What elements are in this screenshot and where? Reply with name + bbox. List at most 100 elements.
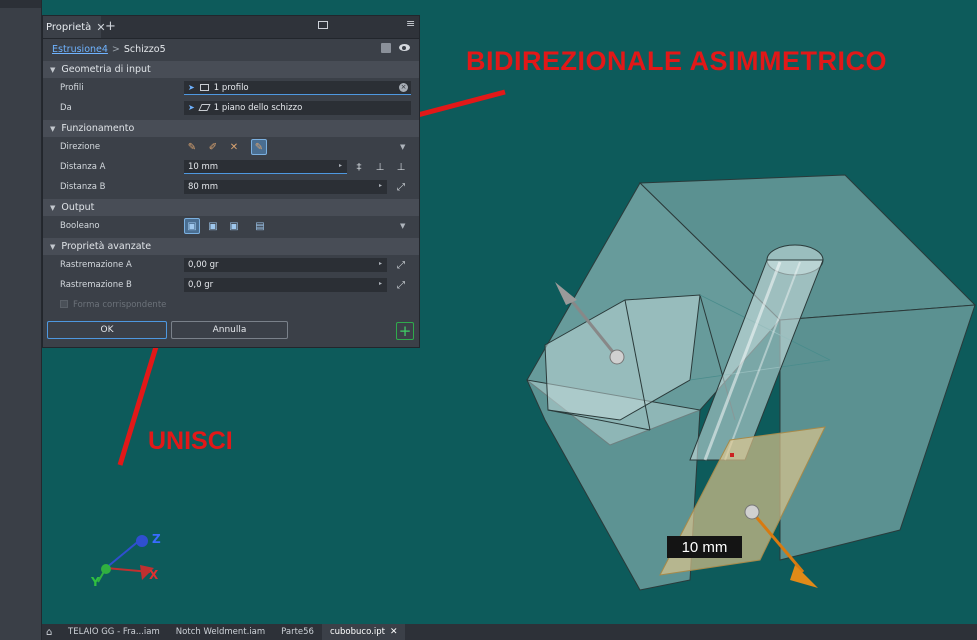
- direction-default-button[interactable]: ✎: [184, 139, 200, 155]
- breadcrumb-sketch: Schizzo5: [123, 43, 166, 55]
- forma-checkbox[interactable]: [60, 300, 68, 308]
- collapse-icon: ▼: [50, 65, 56, 74]
- tab-properties-label: Proprietà: [46, 21, 92, 33]
- annotation-join: UNISCI: [148, 427, 233, 455]
- join-button[interactable]: ▣: [184, 218, 200, 234]
- distance-a-handle: [744, 504, 760, 520]
- distanza-b-label: Distanza B: [60, 182, 106, 192]
- distanza-a-input[interactable]: 10 mm ▸: [184, 160, 347, 174]
- breadcrumb-feature[interactable]: Estrusione4: [52, 44, 108, 55]
- new-solid-button[interactable]: ▤: [252, 218, 268, 234]
- axis-y-label: Y: [91, 575, 100, 589]
- distanza-a-value: 10 mm: [188, 161, 219, 172]
- row-forma: Forma corrispondente: [43, 295, 419, 315]
- axis-x-label: X: [149, 568, 159, 582]
- rastremazione-a-label: Rastremazione A: [60, 260, 132, 270]
- chevron-right-icon[interactable]: ▸: [379, 260, 385, 269]
- dock-icon[interactable]: [318, 21, 328, 29]
- profili-label: Profili: [60, 83, 84, 93]
- breadcrumb-separator: >: [111, 43, 120, 55]
- chevron-right-icon[interactable]: ▸: [379, 280, 385, 289]
- dimension-readout[interactable]: 10 mm: [667, 536, 742, 558]
- distanza-b-input[interactable]: 80 mm ▸: [184, 180, 387, 194]
- collapse-icon: ▼: [50, 124, 56, 133]
- left-browser-strip: [0, 0, 42, 640]
- termination-through-icon[interactable]: ⊥: [395, 161, 407, 173]
- flip-icon[interactable]: ⤢: [395, 181, 407, 193]
- doc-tab[interactable]: Notch Weldment.iam: [168, 624, 273, 640]
- annotation-asymmetric: BIDIREZIONALE ASIMMETRICO: [466, 46, 887, 76]
- preset-icon[interactable]: [381, 43, 391, 53]
- forma-label: Forma corrispondente: [73, 300, 167, 310]
- tab-properties[interactable]: Proprietà ✕: [43, 16, 106, 38]
- intersect-button[interactable]: ▣: [226, 218, 242, 234]
- row-rastremazione-a: Rastremazione A 0,00 gr ▸ ⤢: [43, 255, 419, 275]
- section-input-geometry[interactable]: ▼ Geometria di input: [43, 61, 419, 78]
- add-tab-icon[interactable]: +: [105, 19, 116, 34]
- row-rastremazione-b: Rastremazione B 0,0 gr ▸ ⤢: [43, 275, 419, 295]
- section-advanced[interactable]: ▼ Proprietà avanzate: [43, 238, 419, 255]
- direction-flipped-button[interactable]: ✐: [205, 139, 221, 155]
- da-label: Da: [60, 103, 72, 113]
- row-direzione: Direzione ✎ ✐ ✕ ✎ ▼: [43, 137, 419, 157]
- menu-icon[interactable]: ≡: [406, 18, 417, 29]
- collapse-icon: ▼: [50, 203, 56, 212]
- cut-button[interactable]: ▣: [205, 218, 221, 234]
- close-icon[interactable]: ✕: [390, 627, 398, 637]
- distanza-b-value: 80 mm: [188, 181, 219, 192]
- home-icon[interactable]: ⌂: [46, 627, 60, 638]
- profili-value: 1 profilo: [213, 82, 249, 93]
- profili-selector[interactable]: ➤ 1 profilo ×: [184, 81, 411, 95]
- chevron-right-icon[interactable]: ▸: [379, 182, 385, 191]
- clear-icon[interactable]: ×: [399, 83, 408, 92]
- section-behavior[interactable]: ▼ Funzionamento: [43, 120, 419, 137]
- direction-symmetric-button[interactable]: ✕: [226, 139, 242, 155]
- section-label: Funzionamento: [61, 123, 135, 134]
- doc-tab[interactable]: Parte56: [273, 624, 322, 640]
- eye-icon[interactable]: [399, 43, 411, 53]
- select-cursor-icon: ➤: [188, 103, 195, 112]
- row-distanza-a: Distanza A 10 mm ▸ ‡ ⊥ ⊥: [43, 157, 419, 177]
- row-booleano: Booleano ▣ ▣ ▣ ▤ ▼: [43, 216, 419, 236]
- select-cursor-icon: ➤: [188, 83, 195, 92]
- apply-plus-button[interactable]: +: [396, 322, 414, 340]
- rastremazione-b-value: 0,0 gr: [188, 279, 214, 290]
- profile-icon: [199, 84, 209, 91]
- section-output[interactable]: ▼ Output: [43, 199, 419, 216]
- da-value: 1 piano dello schizzo: [213, 102, 303, 113]
- row-distanza-b: Distanza B 80 mm ▸ ⤢: [43, 177, 419, 197]
- section-label: Output: [61, 202, 95, 213]
- left-strip-header: [0, 0, 42, 8]
- row-da: Da ➤ 1 piano dello schizzo: [43, 98, 419, 118]
- direction-asymmetric-button[interactable]: ✎: [251, 139, 267, 155]
- flip-icon[interactable]: ⤢: [395, 259, 407, 271]
- rastremazione-b-label: Rastremazione B: [60, 280, 132, 290]
- chevron-right-icon[interactable]: ▸: [339, 162, 345, 171]
- ok-button[interactable]: OK: [47, 321, 167, 339]
- termination-distance-icon[interactable]: ‡: [353, 161, 365, 173]
- flip-icon[interactable]: ⤢: [395, 279, 407, 291]
- rastremazione-b-input[interactable]: 0,0 gr ▸: [184, 278, 387, 292]
- section-label: Proprietà avanzate: [61, 241, 152, 252]
- da-selector[interactable]: ➤ 1 piano dello schizzo: [184, 101, 411, 115]
- panel-tabbar: Proprietà ✕ + ≡: [43, 16, 419, 39]
- cancel-button[interactable]: Annulla: [171, 321, 288, 339]
- document-tabs-bar: ⌂ TELAIO GG - Fra...iam Notch Weldment.i…: [42, 624, 977, 640]
- doc-tab-active[interactable]: cubobuco.ipt ✕: [321, 624, 406, 640]
- section-label: Geometria di input: [61, 64, 151, 75]
- plane-icon: [198, 104, 211, 111]
- doc-tab-label: cubobuco.ipt: [329, 627, 385, 637]
- distanza-a-label: Distanza A: [60, 162, 106, 172]
- axis-z-label: Z: [152, 532, 161, 546]
- distance-b-handle: [609, 349, 625, 365]
- chevron-down-icon[interactable]: ▼: [400, 143, 405, 151]
- breadcrumb: Estrusione4 > Schizzo5: [43, 39, 419, 59]
- rastremazione-a-input[interactable]: 0,00 gr ▸: [184, 258, 387, 272]
- row-profili: Profili ➤ 1 profilo ×: [43, 78, 419, 98]
- doc-tab[interactable]: TELAIO GG - Fra...iam: [60, 624, 168, 640]
- rastremazione-a-value: 0,00 gr: [188, 259, 219, 270]
- distance-a-arrow: [790, 565, 818, 588]
- properties-panel: Proprietà ✕ + ≡ Estrusione4 > Schizzo5 ▼…: [42, 15, 420, 348]
- chevron-down-icon[interactable]: ▼: [400, 222, 405, 230]
- termination-to-icon[interactable]: ⊥: [374, 161, 386, 173]
